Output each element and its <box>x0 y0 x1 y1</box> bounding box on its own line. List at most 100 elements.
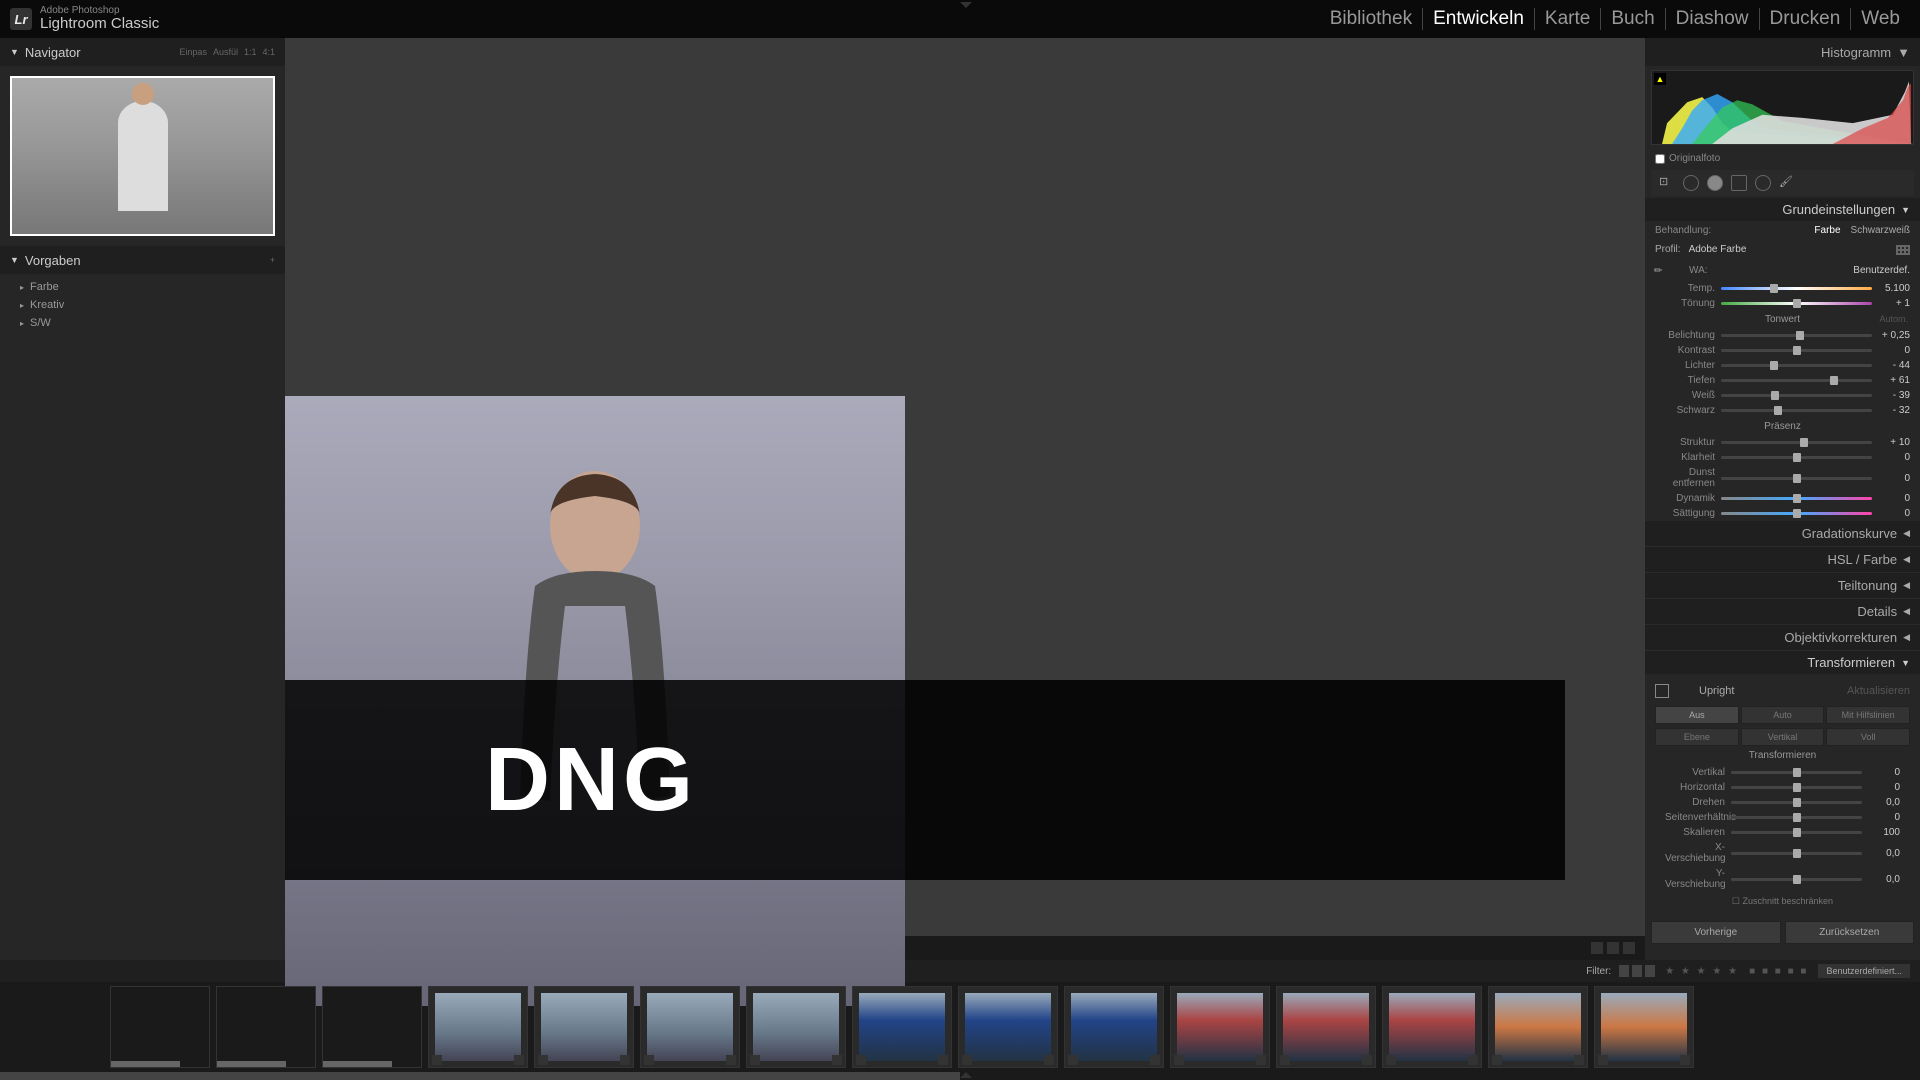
reveal-bottom-icon[interactable] <box>960 1072 972 1078</box>
preset-group-sw[interactable]: S/W <box>0 314 285 332</box>
wb-dropdown[interactable]: Benutzerdef. <box>1853 265 1910 276</box>
slider-aspect[interactable]: Seitenverhältnis0 <box>1655 810 1910 825</box>
panel-lenscorr[interactable]: Objektivkorrekturen◀ <box>1645 625 1920 651</box>
slider-whites[interactable]: Weiß- 39 <box>1645 388 1920 403</box>
histogram-header[interactable]: Histogramm ▼ <box>1645 38 1920 66</box>
clipping-warning-icon[interactable]: ▲ <box>1654 73 1666 85</box>
scrollbar-thumb[interactable] <box>0 1072 960 1080</box>
slider-texture[interactable]: Struktur+ 10 <box>1645 435 1920 450</box>
navigator-zoom-modes[interactable]: Einpas Ausfül 1:1 4:1 <box>179 47 275 57</box>
slider-exposure[interactable]: Belichtung+ 0,25 <box>1645 328 1920 343</box>
transform-panel-header[interactable]: Transformieren ▼ <box>1645 651 1920 674</box>
upright-vertical[interactable]: Vertikal <box>1741 728 1825 746</box>
reveal-top-icon[interactable] <box>960 2 972 8</box>
radial-tool-icon[interactable] <box>1755 175 1771 191</box>
presets-header[interactable]: ▼ Vorgaben + <box>0 246 285 274</box>
profile-browser-icon[interactable] <box>1896 245 1910 255</box>
thumbnail[interactable]: 12 <box>958 986 1058 1068</box>
slider-rotate[interactable]: Drehen0,0 <box>1655 795 1910 810</box>
navigator-header[interactable]: ▼ Navigator Einpas Ausfül 1:1 4:1 <box>0 38 285 66</box>
panel-hsl[interactable]: HSL / Farbe◀ <box>1645 547 1920 573</box>
upright-update[interactable]: Aktualisieren <box>1847 685 1910 697</box>
center-canvas[interactable]: DNG <box>285 38 1645 960</box>
thumbnail[interactable]: 18 <box>1594 986 1694 1068</box>
profile-value[interactable]: Adobe Farbe <box>1689 244 1747 255</box>
panel-tonecurve[interactable]: Gradationskurve◀ <box>1645 521 1920 547</box>
star-filter[interactable]: ★ ★ ★ ★ ★ <box>1665 966 1739 977</box>
thumbnail-loading[interactable] <box>216 986 316 1068</box>
view-icon[interactable] <box>1607 942 1619 954</box>
slider-shadows[interactable]: Tiefen+ 61 <box>1645 373 1920 388</box>
module-entwickeln[interactable]: Entwickeln <box>1423 8 1535 30</box>
histogram[interactable]: ▲ <box>1651 70 1914 145</box>
thumbnail[interactable]: 13 <box>1064 986 1164 1068</box>
zoom-4-1[interactable]: 4:1 <box>262 47 275 57</box>
slider-blacks[interactable]: Schwarz- 32 <box>1645 403 1920 418</box>
slider-horizontal[interactable]: Horizontal0 <box>1655 780 1910 795</box>
zoom-1-1[interactable]: 1:1 <box>244 47 257 57</box>
navigator-preview[interactable] <box>0 66 285 246</box>
original-toggle[interactable]: Originalfoto <box>1645 149 1920 168</box>
spot-tool-icon[interactable] <box>1683 175 1699 191</box>
preset-group-kreativ[interactable]: Kreativ <box>0 296 285 314</box>
sort-dropdown[interactable]: Benutzerdefiniert... <box>1818 964 1910 978</box>
upright-off[interactable]: Aus <box>1655 706 1739 724</box>
module-diashow[interactable]: Diashow <box>1666 8 1760 30</box>
slider-saturation[interactable]: Sättigung0 <box>1645 506 1920 521</box>
panel-detail[interactable]: Details◀ <box>1645 599 1920 625</box>
upright-full[interactable]: Voll <box>1826 728 1910 746</box>
slider-contrast[interactable]: Kontrast0 <box>1645 343 1920 358</box>
brush-tool-icon[interactable]: 🖌 <box>1779 175 1795 191</box>
view-icon[interactable] <box>1591 942 1603 954</box>
filmstrip[interactable]: 7 8 9 10 11 12 13 14 15 16 17 18 <box>0 982 1920 1072</box>
thumbnail[interactable]: 15 <box>1276 986 1376 1068</box>
slider-vibrance[interactable]: Dynamik0 <box>1645 491 1920 506</box>
slider-highlights[interactable]: Lichter- 44 <box>1645 358 1920 373</box>
constrain-crop[interactable]: ☐ Zuschnitt beschränken <box>1655 892 1910 911</box>
thumbnail-loading[interactable] <box>110 986 210 1068</box>
slider-clarity[interactable]: Klarheit0 <box>1645 450 1920 465</box>
slider-scale[interactable]: Skalieren100 <box>1655 825 1910 840</box>
thumbnail[interactable]: 14 <box>1170 986 1270 1068</box>
thumbnail[interactable]: 7 <box>428 986 528 1068</box>
slider-dehaze[interactable]: Dunst entfernen0 <box>1645 465 1920 491</box>
thumbnail-loading[interactable] <box>322 986 422 1068</box>
treatment-color[interactable]: Farbe <box>1814 225 1840 236</box>
gradient-tool-icon[interactable] <box>1731 175 1747 191</box>
crop-tool-icon[interactable]: ⊡ <box>1659 175 1675 191</box>
preset-group-farbe[interactable]: Farbe <box>0 278 285 296</box>
upright-auto[interactable]: Auto <box>1741 706 1825 724</box>
slider-yoffset[interactable]: Y-Verschiebung0,0 <box>1655 866 1910 892</box>
redeye-tool-icon[interactable] <box>1707 175 1723 191</box>
thumbnail[interactable]: 17 <box>1488 986 1588 1068</box>
flag-filters[interactable] <box>1619 965 1655 977</box>
panel-splittoning[interactable]: Teiltonung◀ <box>1645 573 1920 599</box>
slider-xoffset[interactable]: X-Verschiebung0,0 <box>1655 840 1910 866</box>
wb-picker-icon[interactable]: ✎ <box>1652 260 1672 280</box>
thumbnail[interactable]: 8 <box>534 986 634 1068</box>
thumbnail[interactable]: 11 <box>852 986 952 1068</box>
zoom-fit[interactable]: Einpas <box>179 47 207 57</box>
treatment-bw[interactable]: Schwarzweiß <box>1851 225 1910 236</box>
module-buch[interactable]: Buch <box>1601 8 1665 30</box>
navigator-image[interactable] <box>10 76 275 236</box>
slider-vertical[interactable]: Vertikal0 <box>1655 765 1910 780</box>
reset-button[interactable]: Zurücksetzen <box>1785 921 1915 944</box>
guided-upright-icon[interactable] <box>1655 684 1669 698</box>
upright-level[interactable]: Ebene <box>1655 728 1739 746</box>
module-bibliothek[interactable]: Bibliothek <box>1320 8 1423 30</box>
view-mode-icons[interactable] <box>1591 942 1635 954</box>
thumbnail[interactable]: 10 <box>746 986 846 1068</box>
presets-add-icon[interactable]: + <box>270 255 275 265</box>
original-checkbox[interactable] <box>1655 154 1665 164</box>
previous-button[interactable]: Vorherige <box>1651 921 1781 944</box>
auto-button[interactable]: Autom. <box>1879 314 1908 324</box>
upright-guided[interactable]: Mit Hilfslinien <box>1826 706 1910 724</box>
slider-tint[interactable]: Tönung+ 1 <box>1645 296 1920 311</box>
slider-temp[interactable]: Temp.5.100 <box>1645 281 1920 296</box>
color-filter[interactable]: ■ ■ ■ ■ ■ <box>1749 966 1808 977</box>
basic-panel-header[interactable]: Grundeinstellungen ▼ <box>1645 198 1920 221</box>
module-drucken[interactable]: Drucken <box>1760 8 1852 30</box>
profile-row[interactable]: Profil: Adobe Farbe <box>1645 240 1920 259</box>
zoom-fill[interactable]: Ausfül <box>213 47 238 57</box>
